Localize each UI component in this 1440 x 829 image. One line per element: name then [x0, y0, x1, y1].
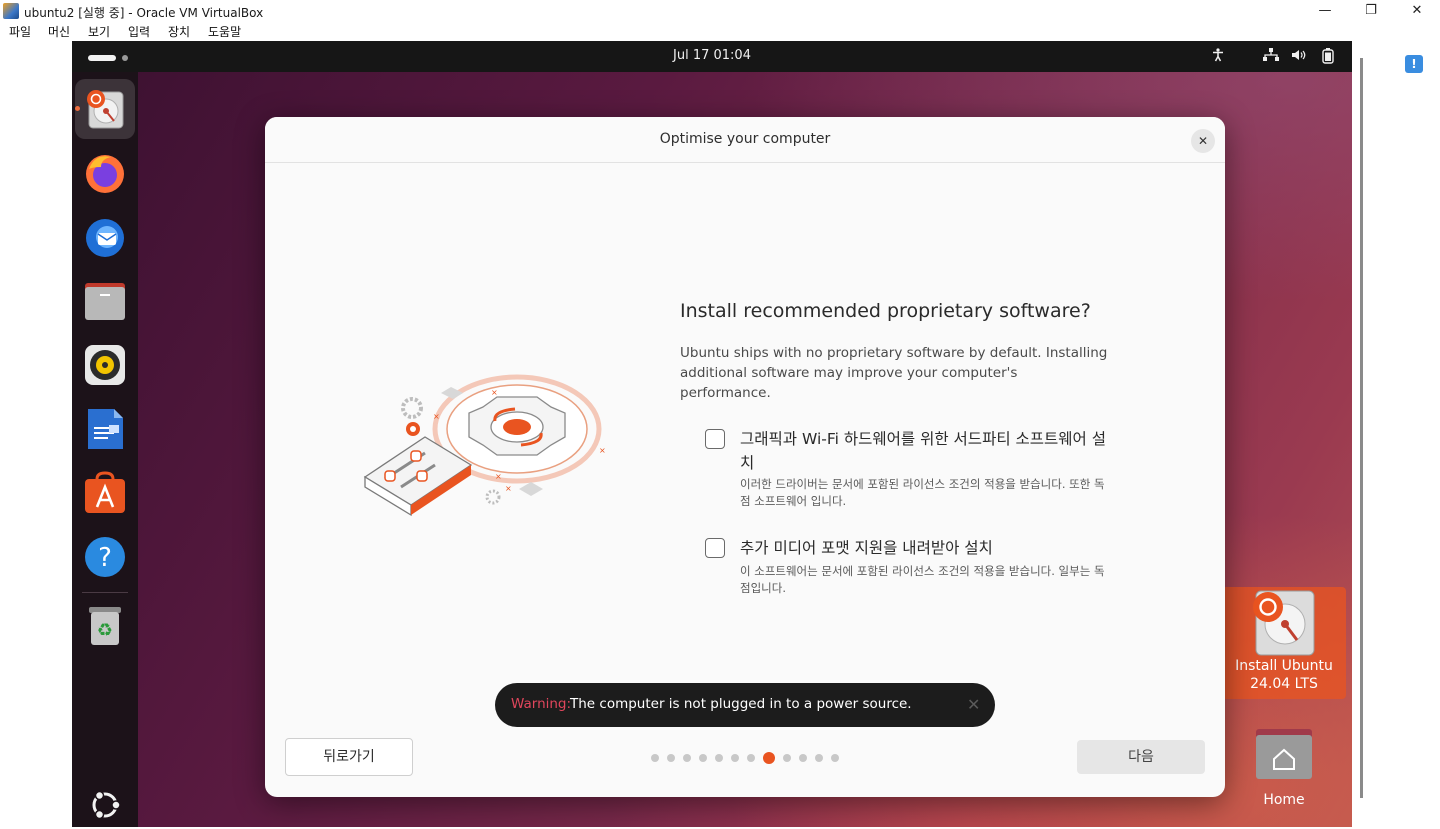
media-formats-checkbox[interactable] [705, 538, 725, 558]
svg-text:×: × [505, 484, 512, 493]
install-ubuntu-desktop-icon [1253, 590, 1315, 656]
progress-dot [815, 754, 823, 762]
menu-devices[interactable]: 장치 [168, 23, 190, 40]
menu-machine[interactable]: 머신 [48, 23, 70, 40]
progress-dot [651, 754, 659, 762]
option-third-party-drivers[interactable]: 그래픽과 Wi-Fi 하드웨어를 위한 서드파티 소프트웨어 설치 이러한 드라… [705, 427, 1126, 508]
dock: ? ♻ [72, 72, 138, 827]
dock-separator [82, 592, 128, 593]
svg-text:?: ? [98, 543, 112, 573]
menu-help[interactable]: 도움말 [208, 23, 241, 40]
dialog-header: Optimise your computer ✕ [265, 117, 1225, 163]
clock[interactable]: Jul 17 01:04 [72, 48, 1352, 63]
firefox-icon [86, 155, 124, 193]
dock-rhythmbox[interactable] [75, 335, 135, 395]
thunderbird-icon [86, 219, 124, 257]
host-side-panel [1352, 41, 1440, 829]
battery-icon[interactable] [1320, 48, 1336, 64]
home-folder-icon [1256, 729, 1312, 779]
virtualbox-icon [3, 3, 19, 19]
vm-scrollbar[interactable] [1360, 58, 1363, 798]
install-ubuntu-label-line1: Install Ubuntu [1235, 658, 1333, 674]
host-window-title: ubuntu2 [실행 중] - Oracle VM VirtualBox [24, 6, 264, 20]
volume-icon[interactable] [1291, 48, 1307, 64]
back-button[interactable]: 뒤로가기 [285, 738, 413, 776]
progress-dot [831, 754, 839, 762]
install-ubuntu-icon [87, 90, 124, 129]
accessibility-icon[interactable] [1210, 48, 1226, 64]
dock-thunderbird[interactable] [75, 207, 135, 267]
menu-input[interactable]: 입력 [128, 23, 150, 40]
desktop-install-ubuntu[interactable]: Install Ubuntu 24.04 LTS [1222, 587, 1346, 699]
dock-trash[interactable]: ♻ [75, 595, 135, 655]
dock-libreoffice-writer[interactable] [75, 399, 135, 459]
files-icon [85, 283, 125, 320]
help-icon: ? [85, 537, 125, 577]
dialog-title: Optimise your computer [659, 131, 831, 147]
dock-files[interactable] [75, 271, 135, 331]
host-titlebar: ubuntu2 [실행 중] - Oracle VM VirtualBox — … [0, 0, 1440, 22]
media-formats-option-title: 추가 미디어 포맷 지원을 내려받아 설치 [740, 539, 993, 557]
minimize-button[interactable]: — [1302, 0, 1348, 22]
dock-install-ubuntu[interactable] [75, 79, 135, 139]
close-window-button[interactable]: ✕ [1394, 0, 1440, 22]
option-media-formats[interactable]: 추가 미디어 포맷 지원을 내려받아 설치 이 소프트웨어는 문서에 포함된 라… [705, 536, 1126, 596]
svg-text:♻: ♻ [97, 620, 113, 641]
third-party-option-description: 이러한 드라이버는 문서에 포함된 라이선스 조건의 적용을 받습니다. 또한 … [740, 477, 1105, 508]
writer-icon [88, 409, 123, 449]
progress-dot-current [763, 752, 775, 764]
toast-warning-label: Warning: [511, 696, 572, 712]
home-label: Home [1263, 792, 1305, 808]
svg-text:×: × [495, 472, 502, 481]
desktop-home[interactable]: Home [1222, 727, 1346, 808]
third-party-checkbox[interactable] [705, 429, 725, 449]
progress-dot [699, 754, 707, 762]
toast-message: The computer is not plugged in to a powe… [570, 696, 912, 712]
dock-firefox[interactable] [75, 143, 135, 203]
progress-dot [731, 754, 739, 762]
gnome-topbar: Jul 17 01:04 [72, 41, 1352, 72]
ubuntu-logo-icon [92, 790, 121, 820]
menu-file[interactable]: 파일 [9, 23, 31, 40]
page-description: Ubuntu ships with no proprietary softwar… [680, 345, 1108, 401]
app-center-icon [85, 471, 125, 513]
dialog-close-button[interactable]: ✕ [1191, 129, 1215, 153]
progress-dot [747, 754, 755, 762]
gear-illustration: × × × × × [363, 374, 606, 517]
power-warning-toast: Warning: The computer is not plugged in … [495, 683, 995, 727]
progress-dot [667, 754, 675, 762]
progress-dot [683, 754, 691, 762]
vm-display: Jul 17 01:04 ? ♻ Install Ubuntu 24.04 LT… [72, 41, 1352, 827]
third-party-option-title: 그래픽과 Wi-Fi 하드웨어를 위한 서드파티 소프트웨어 설치 [740, 430, 1107, 472]
install-ubuntu-label-line2: 24.04 LTS [1250, 676, 1318, 692]
media-formats-option-description: 이 소프트웨어는 문서에 포함된 라이선스 조건의 적용을 받습니다. 일부는 … [740, 564, 1105, 595]
next-button[interactable]: 다음 [1077, 740, 1205, 774]
svg-text:×: × [599, 446, 606, 455]
dock-app-center[interactable] [75, 463, 135, 523]
menu-view[interactable]: 보기 [88, 23, 110, 40]
host-menubar: 파일 머신 보기 입력 장치 도움말 [0, 22, 1440, 41]
trash-icon: ♻ [89, 607, 121, 645]
progress-dot [715, 754, 723, 762]
page-heading: Install recommended proprietary software… [680, 300, 1091, 322]
progress-dot [799, 754, 807, 762]
show-apps-button[interactable] [87, 787, 123, 823]
svg-text:×: × [433, 412, 440, 421]
maximize-button[interactable]: ❐ [1348, 0, 1394, 22]
svg-text:×: × [491, 388, 498, 397]
dock-help[interactable]: ? [75, 527, 135, 587]
network-icon[interactable] [1263, 48, 1279, 64]
notification-icon[interactable]: ! [1405, 55, 1423, 73]
progress-dot [783, 754, 791, 762]
rhythmbox-icon [85, 345, 125, 385]
toast-close-icon[interactable]: ✕ [967, 695, 980, 714]
